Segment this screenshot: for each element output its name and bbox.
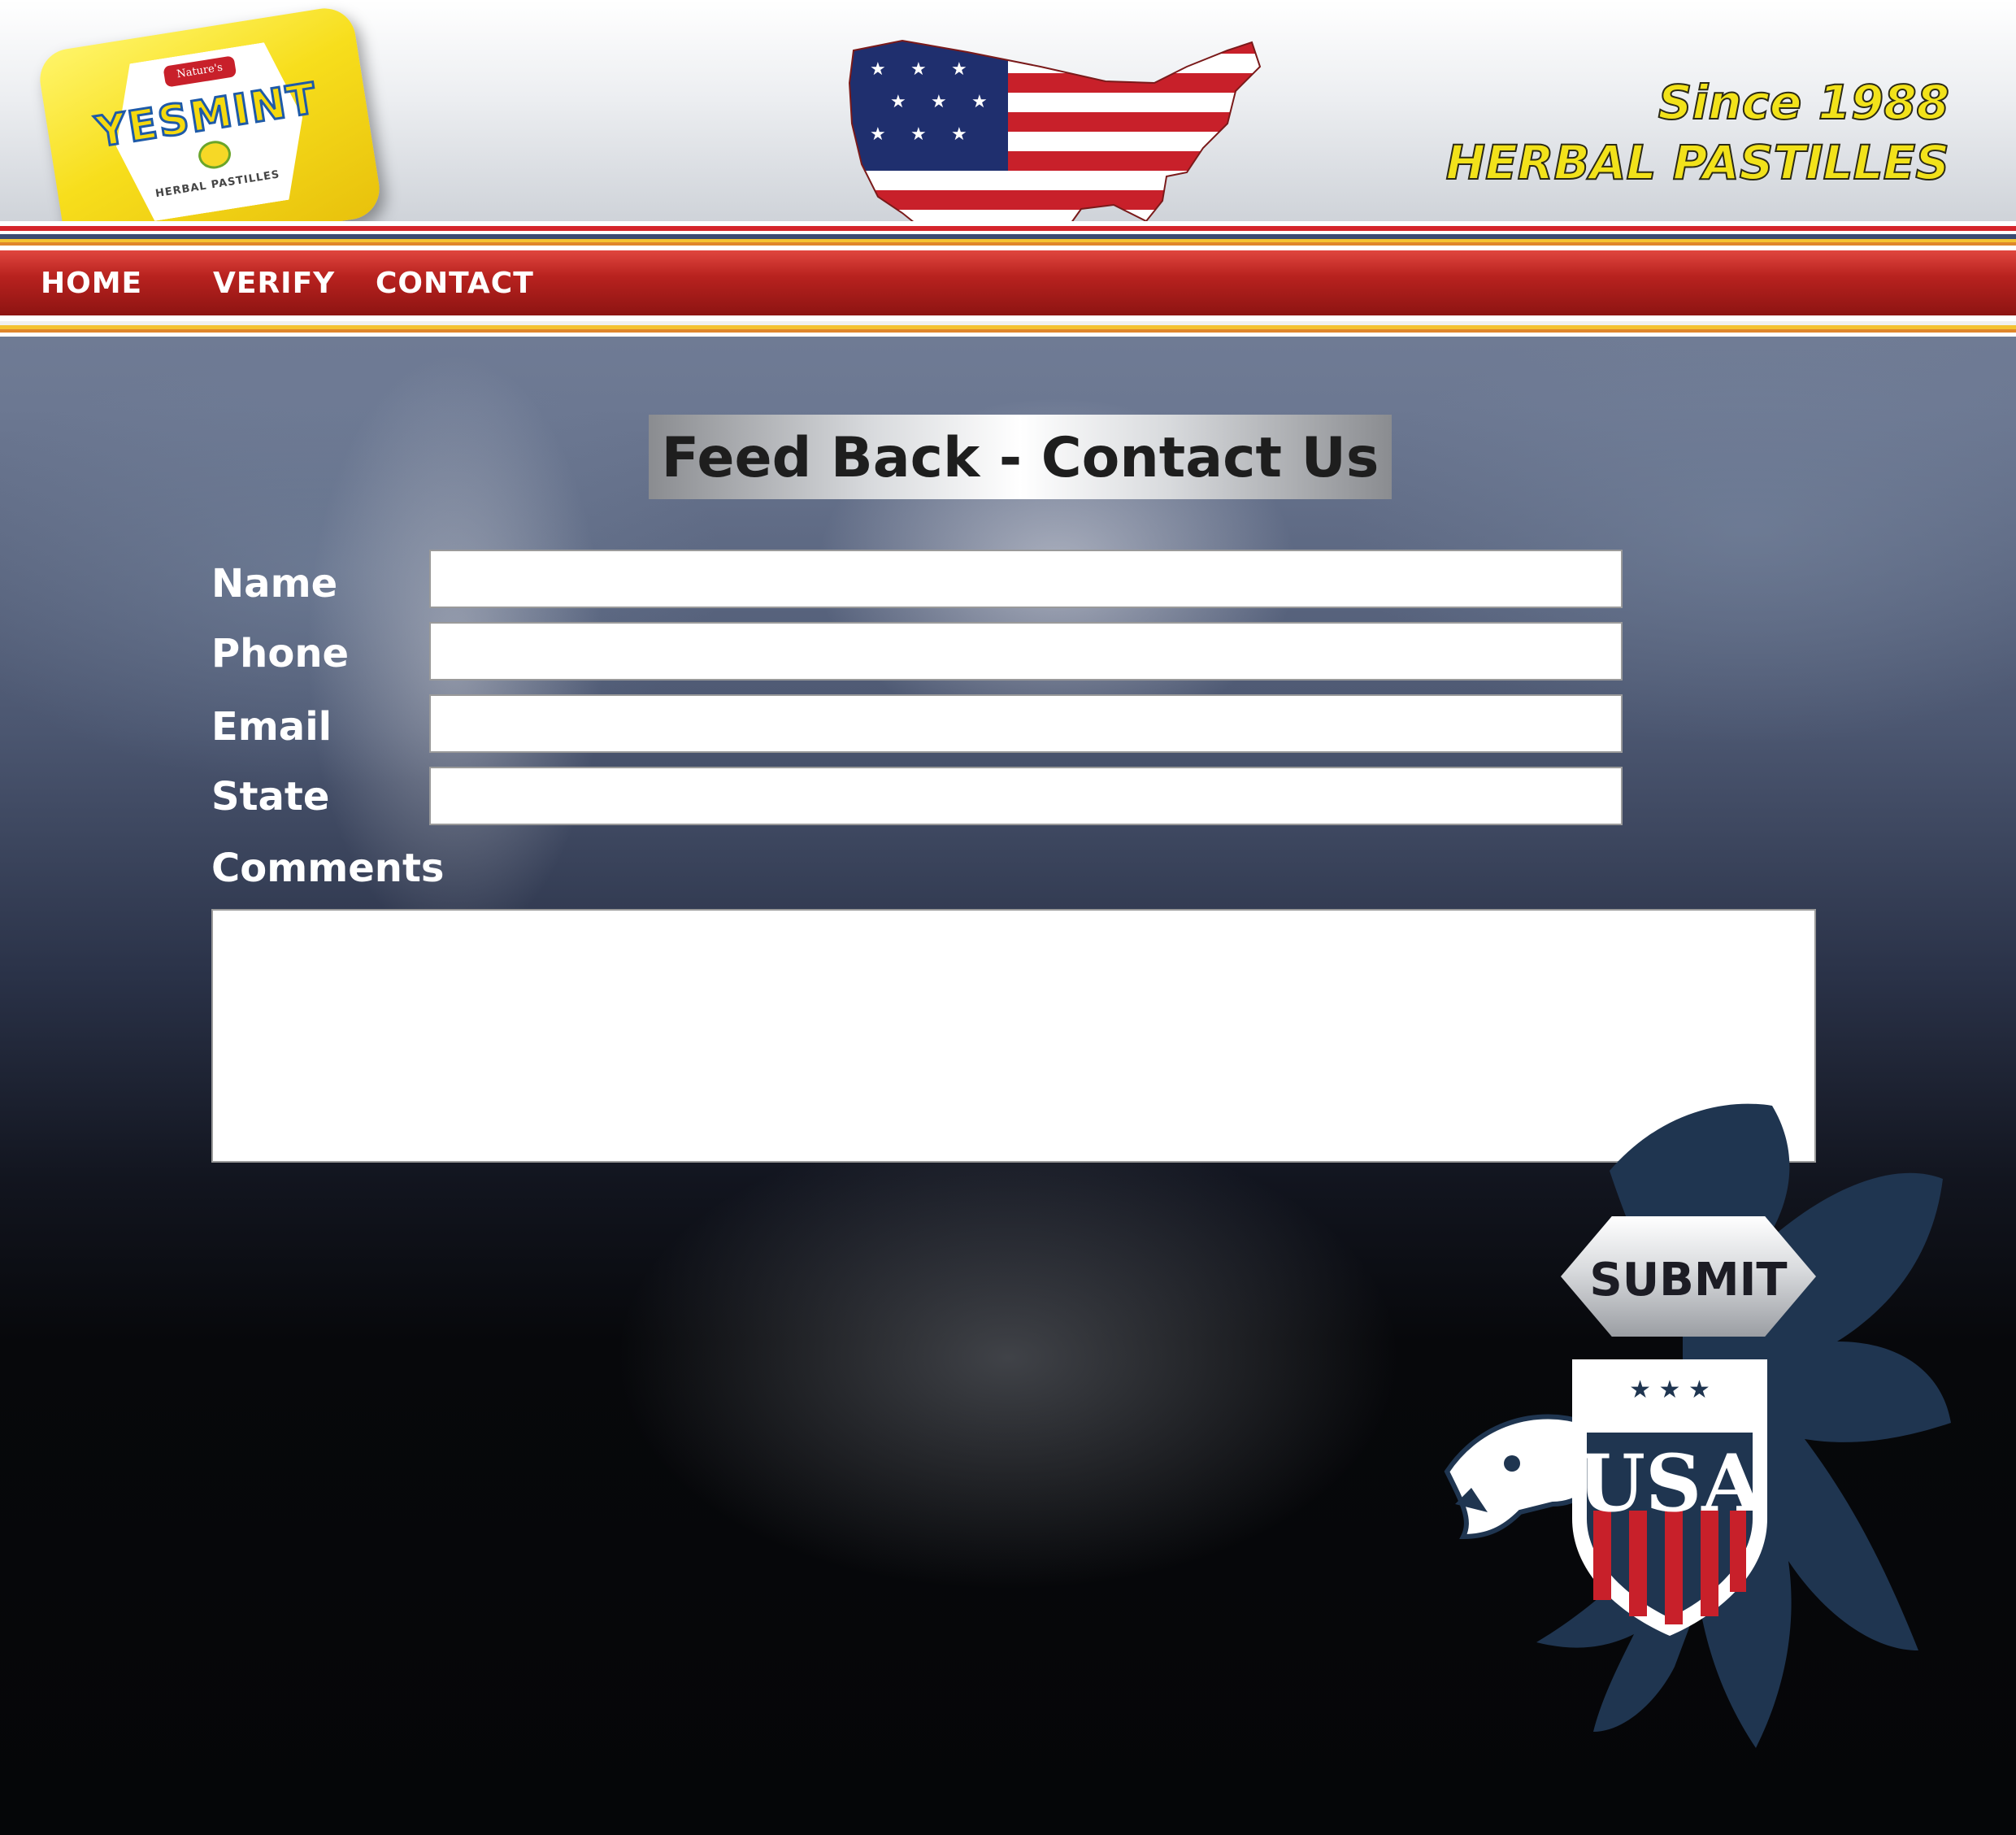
svg-text:★: ★ [870,59,886,80]
svg-text:★: ★ [931,92,947,112]
tagline-product: HERBAL PASTILLES [1445,134,1950,191]
header-stripe-top [0,221,2016,250]
nav-verify[interactable]: VERIFY [213,267,335,302]
svg-text:★: ★ [870,124,886,145]
svg-text:★: ★ [910,59,927,80]
name-label: Name [211,561,338,607]
tagline-since: Since 1988 [1658,74,1950,131]
submit-label: SUBMIT [1589,1254,1788,1307]
phone-label: Phone [211,631,350,676]
background-figure [488,1154,1528,1724]
svg-text:★: ★ [951,124,967,145]
page-title: Feed Back - Contact Us [661,426,1379,490]
comments-label: Comments [211,846,445,891]
svg-text:★: ★ [971,92,988,112]
svg-text:★: ★ [910,124,927,145]
shield-stars: ★ ★ ★ [1629,1376,1710,1404]
state-input[interactable] [429,767,1623,825]
header-stripe-bottom [0,315,2016,337]
form-title-box: Feed Back - Contact Us [649,415,1392,499]
nav-contact[interactable]: CONTACT [376,267,534,302]
svg-text:★: ★ [951,59,967,80]
submit-button[interactable]: SUBMIT [1561,1216,1816,1337]
nav-home[interactable]: HOME [41,267,142,302]
email-input[interactable] [429,694,1623,753]
phone-input[interactable] [429,622,1623,681]
name-input[interactable] [429,550,1623,608]
state-label: State [211,774,330,820]
email-label: Email [211,704,332,750]
shield-text: USA [1577,1437,1762,1529]
svg-text:★: ★ [890,92,906,112]
